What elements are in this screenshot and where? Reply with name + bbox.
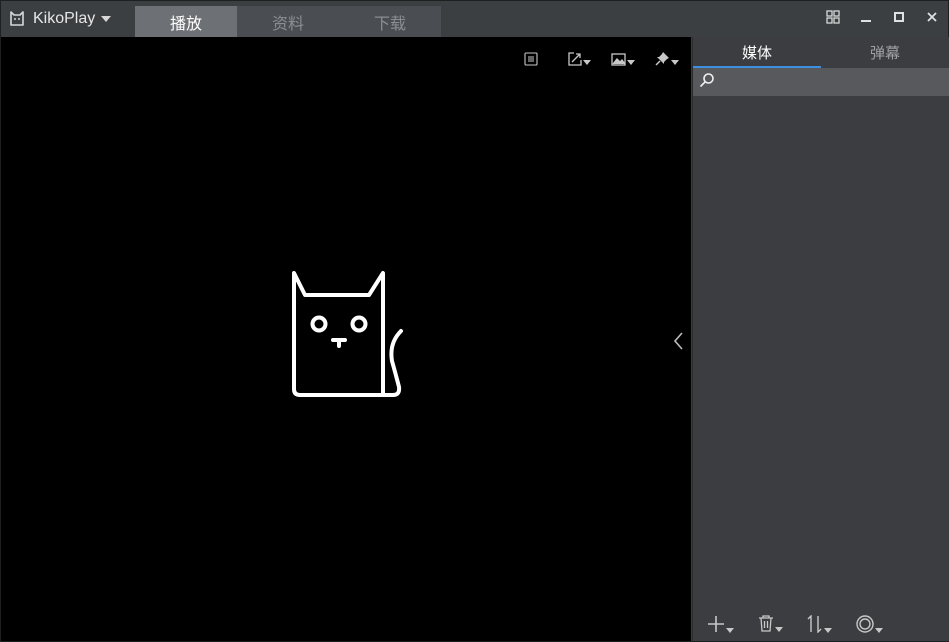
- close-button[interactable]: [915, 1, 948, 37]
- maximize-icon: [893, 10, 905, 28]
- chevron-down-icon: [824, 620, 832, 638]
- app-title: KikoPlay: [33, 10, 96, 27]
- window-controls: [816, 1, 948, 37]
- add-icon: [707, 615, 725, 638]
- grid-button[interactable]: [816, 1, 849, 37]
- list-icon: [524, 51, 538, 71]
- media-actions-bar: [693, 611, 949, 641]
- title-bar: KikoPlay 播放 资料 下载: [1, 1, 948, 37]
- search-input[interactable]: [719, 69, 949, 95]
- app-logo-icon: [9, 10, 25, 28]
- pin-button[interactable]: [655, 51, 679, 71]
- playlist-button[interactable]: [524, 51, 538, 71]
- tab-library[interactable]: 资料: [237, 6, 339, 37]
- app-menu-button[interactable]: KikoPlay: [9, 7, 112, 31]
- grid-icon: [825, 9, 840, 29]
- tab-play[interactable]: 播放: [135, 6, 237, 37]
- screenshot-button[interactable]: [611, 52, 635, 71]
- search-icon: [699, 72, 715, 93]
- window-size-icon: [568, 51, 582, 71]
- side-panel: 媒体 弹幕: [692, 37, 949, 641]
- add-media-button[interactable]: [707, 615, 734, 638]
- media-search-box: [693, 68, 949, 96]
- screenshot-icon: [611, 52, 626, 71]
- media-list[interactable]: [693, 96, 949, 611]
- chevron-down-icon: [875, 620, 883, 638]
- close-icon: [926, 10, 938, 28]
- sort-icon: [807, 613, 823, 638]
- tab-download[interactable]: 下载: [339, 6, 441, 37]
- chevron-left-icon: [671, 332, 685, 357]
- chevron-down-icon: [101, 16, 112, 22]
- chevron-down-icon: [583, 52, 591, 70]
- sort-media-button[interactable]: [807, 613, 832, 638]
- main-window: KikoPlay 播放 资料 下载 媒体 弹幕: [0, 0, 949, 642]
- player-toolbar: [504, 51, 679, 71]
- minimize-button[interactable]: [849, 1, 882, 37]
- kikoplay-cat-logo: [289, 269, 407, 406]
- loop-mode-icon: [856, 614, 874, 638]
- chevron-down-icon: [627, 52, 635, 70]
- loop-mode-button[interactable]: [856, 614, 883, 638]
- chevron-down-icon: [671, 52, 679, 70]
- delete-media-button[interactable]: [758, 615, 783, 637]
- chevron-down-icon: [726, 620, 734, 638]
- tab-media[interactable]: 媒体: [693, 37, 821, 68]
- chevron-down-icon: [775, 619, 783, 637]
- minimize-icon: [860, 10, 872, 28]
- delete-icon: [758, 615, 774, 637]
- side-panel-tabs: 媒体 弹幕: [693, 37, 949, 68]
- window-size-button[interactable]: [568, 51, 591, 71]
- pin-icon: [655, 51, 670, 71]
- maximize-button[interactable]: [882, 1, 915, 37]
- tab-danmaku[interactable]: 弹幕: [821, 37, 949, 68]
- main-tabs: 播放 资料 下载: [135, 6, 441, 37]
- collapse-panel-button[interactable]: [671, 329, 685, 358]
- video-player[interactable]: [1, 37, 691, 641]
